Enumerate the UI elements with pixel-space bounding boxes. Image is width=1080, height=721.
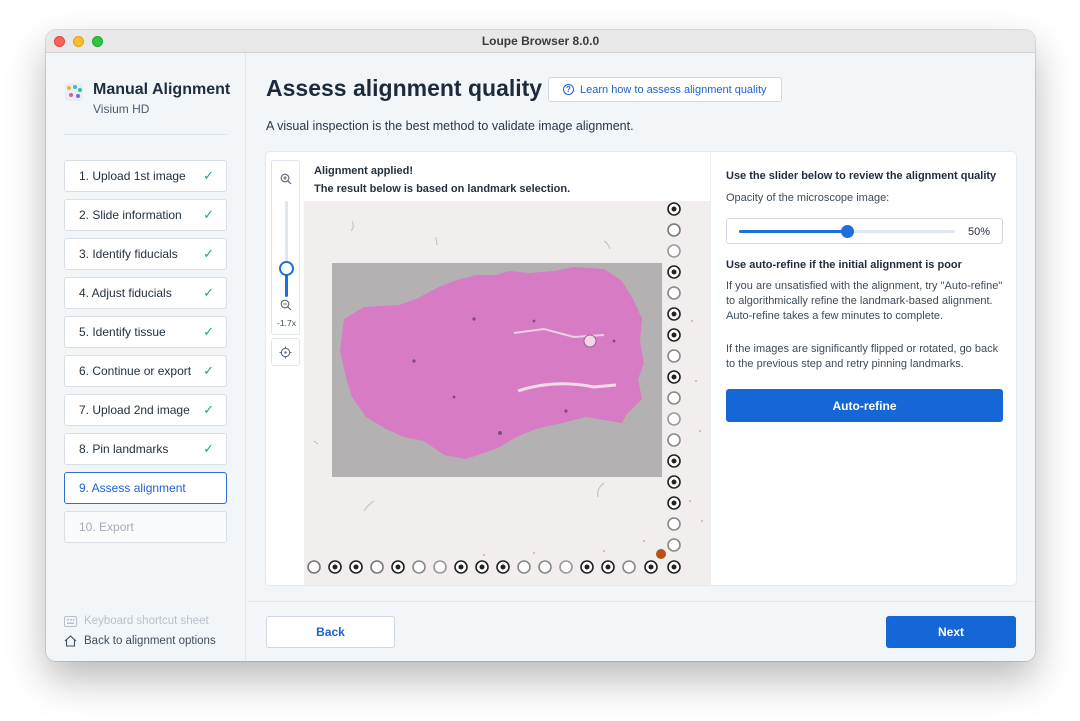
step-export: 10. Export [64,511,227,543]
refine-note: If the images are significantly flipped … [726,343,999,370]
opacity-slider[interactable]: 50% [726,218,1003,244]
checkmark-icon: ✓ [203,402,214,417]
checkmark-icon: ✓ [203,207,214,222]
next-button[interactable]: Next [886,616,1016,648]
alignment-panel: -1.7x Alignment applied! The result belo… [266,152,1016,585]
step-label: 5. Identify tissue [79,325,166,339]
checkmark-icon: ✓ [203,324,214,339]
sidebar-footer: Keyboard shortcut sheet Back to alignmen… [64,607,216,647]
window-title: Loupe Browser 8.0.0 [481,34,600,48]
review-heading: Use the slider below to review the align… [726,170,997,182]
step-label: 9. Assess alignment [79,481,186,495]
step-assess-alignment[interactable]: 9. Assess alignment [64,472,227,504]
sidebar-title: Manual Alignment [93,81,231,98]
alignment-status-detail: The result below is based on landmark se… [314,183,571,195]
step-slide-information[interactable]: 2. Slide information ✓ [64,199,227,231]
sidebar-subtitle: Visium HD [93,102,150,116]
back-to-options-link[interactable]: Back to alignment options [64,635,216,647]
alignment-status-title: Alignment applied! [314,165,413,177]
page-title: Assess alignment quality [266,75,543,101]
keyboard-icon [64,615,77,627]
step-list: 1. Upload 1st image ✓ 2. Slide informatio… [64,160,227,550]
zoom-control: -1.7x [271,160,300,335]
back-to-options-label: Back to alignment options [84,635,216,647]
zoom-in-icon[interactable] [280,173,292,188]
zoom-out-icon[interactable] [280,299,292,314]
app-logo-icon [65,83,83,101]
refine-heading: Use auto-refine if the initial alignment… [726,259,962,271]
home-icon [64,635,77,647]
step-upload-2nd-image[interactable]: 7. Upload 2nd image ✓ [64,394,227,426]
step-label: 1. Upload 1st image [79,169,186,183]
footer-bar: Back Next [247,601,1035,661]
checkmark-icon: ✓ [203,363,214,378]
crosshair-icon [279,346,292,358]
opacity-label: Opacity of the microscope image: [726,192,890,204]
back-button[interactable]: Back [266,616,395,648]
alignment-status: Alignment applied! The result below is b… [314,162,570,198]
keyboard-shortcut-link: Keyboard shortcut sheet [64,615,216,627]
zoom-level: -1.7x [277,318,296,328]
sidebar-header: Manual Alignment Visium HD [65,81,230,116]
step-pin-landmarks[interactable]: 8. Pin landmarks ✓ [64,433,227,465]
minimize-window-button[interactable] [73,36,84,47]
sidebar-divider [64,134,227,135]
checkmark-icon: ✓ [203,441,214,456]
help-icon: ? [563,84,574,95]
step-label: 2. Slide information [79,208,182,222]
step-upload-1st-image[interactable]: 1. Upload 1st image ✓ [64,160,227,192]
intro-text: A visual inspection is the best method t… [266,119,634,133]
opacity-value: 50% [967,226,990,238]
main-content: Assess alignment quality ? Learn how to … [247,53,1035,661]
opacity-slider-fill [739,230,847,233]
learn-more-label: Learn how to assess alignment quality [580,83,767,96]
step-adjust-fiducials[interactable]: 4. Adjust fiducials ✓ [64,277,227,309]
window-controls [54,36,103,47]
refine-description: If you are unsatisfied with the alignmen… [726,280,1003,322]
step-identify-tissue[interactable]: 5. Identify tissue ✓ [64,316,227,348]
step-label: 6. Continue or export [79,364,192,378]
step-label: 7. Upload 2nd image [79,403,190,417]
step-label: 4. Adjust fiducials [79,286,172,300]
learn-more-button[interactable]: ? Learn how to assess alignment quality [548,77,782,102]
opacity-slider-handle[interactable] [840,225,854,238]
step-label: 3. Identify fiducials [79,247,178,261]
maximize-window-button[interactable] [92,36,103,47]
step-continue-or-export[interactable]: 6. Continue or export ✓ [64,355,227,387]
checkmark-icon: ✓ [203,285,214,300]
step-identify-fiducials[interactable]: 3. Identify fiducials ✓ [64,238,227,270]
title-bar: Loupe Browser 8.0.0 [46,30,1035,53]
keyboard-shortcut-label: Keyboard shortcut sheet [84,615,209,627]
review-panel: Use the slider below to review the align… [710,152,1016,585]
checkmark-icon: ✓ [203,168,214,183]
auto-refine-button[interactable]: Auto-refine [726,389,1003,422]
app-window: Loupe Browser 8.0.0 Manual Alignment Vis… [46,30,1035,661]
step-label: 10. Export [79,520,134,534]
step-label: 8. Pin landmarks [79,442,169,456]
tissue-image [304,201,710,585]
zoom-slider-handle[interactable] [279,260,294,276]
close-window-button[interactable] [54,36,65,47]
checkmark-icon: ✓ [203,246,214,261]
sidebar: Manual Alignment Visium HD 1. Upload 1st… [46,53,246,661]
recenter-button[interactable] [271,338,300,366]
tissue-image-viewer[interactable] [304,201,710,585]
